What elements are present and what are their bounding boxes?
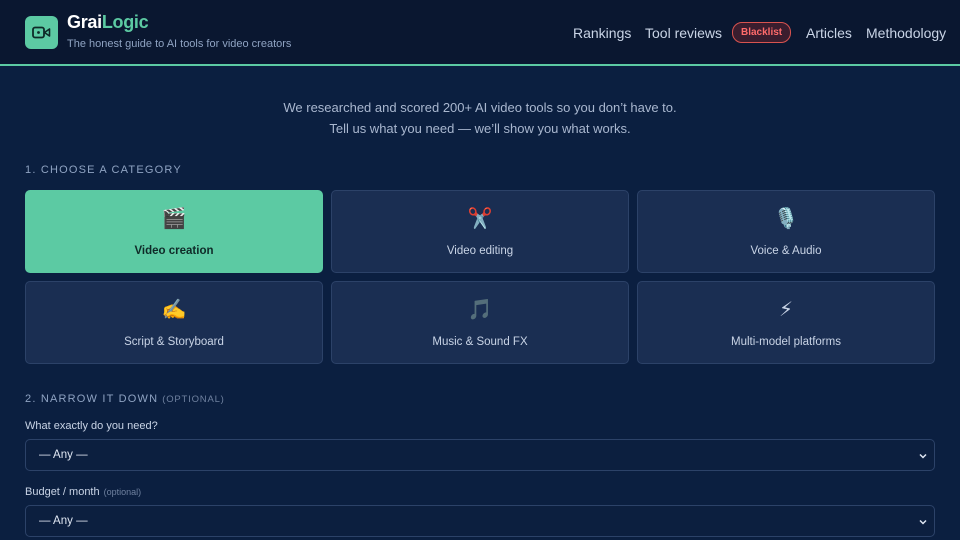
intro-line-2: Tell us what you need — we’ll show you w… [329,121,631,136]
brand-name-part2: Logic [101,12,149,32]
category-label: Video editing [446,245,514,257]
category-card-voice-audio[interactable]: 🎙️ Voice & Audio [637,190,935,273]
nav-methodology[interactable]: Methodology [866,25,946,41]
step1-title: 1. CHOOSE A CATEGORY [25,164,182,176]
category-label: Script & Storyboard [124,336,224,348]
music-note-icon: 🎵 [467,299,493,321]
brand-name-part1: Grai [67,12,102,32]
category-label: Voice & Audio [750,245,822,257]
need-select-value: — Any — [39,449,88,461]
category-card-video-creation[interactable]: 🎬 Video creation [25,190,323,273]
category-label: Video creation [134,245,214,257]
lightning-icon: ⚡ [778,299,794,321]
nav-rankings[interactable]: Rankings [573,25,631,41]
step2-title: 2. NARROW IT DOWN (OPTIONAL) [25,393,225,405]
chevron-down-icon [919,453,927,459]
intro-line-1: We researched and scored 200+ AI video t… [283,100,677,115]
brand-tagline: The honest guide to AI tools for video c… [67,38,292,50]
nav-tool-reviews[interactable]: Tool reviews [645,25,722,41]
nav-articles[interactable]: Articles [806,25,852,41]
budget-select-value: — Any — [39,515,88,527]
microphone-icon: 🎙️ [773,208,799,230]
category-card-music-sound-fx[interactable]: 🎵 Music & Sound FX [331,281,629,364]
brand-name[interactable]: GraiLogic [67,12,149,33]
need-select[interactable]: — Any — [25,439,935,471]
site-header: GraiLogic The honest guide to AI tools f… [0,0,960,66]
budget-label-text: Budget / month [25,486,100,498]
writing-hand-icon: ✍️ [161,299,187,321]
nav-blacklist-badge[interactable]: Blacklist [732,22,792,43]
logo[interactable] [25,16,58,49]
scissors-icon: ✂️ [467,208,493,230]
step2-optional-tag: (OPTIONAL) [162,394,225,405]
video-camera-icon [32,26,51,39]
category-label: Multi-model platforms [731,336,841,348]
category-card-script-storyboard[interactable]: ✍️ Script & Storyboard [25,281,323,364]
budget-select[interactable]: — Any — [25,505,935,537]
step2-title-text: 2. NARROW IT DOWN [25,393,159,405]
chevron-down-icon [919,519,927,525]
category-label: Music & Sound FX [432,336,528,348]
category-card-video-editing[interactable]: ✂️ Video editing [331,190,629,273]
clapperboard-icon: 🎬 [161,208,187,230]
category-card-multi-model[interactable]: ⚡ Multi-model platforms [637,281,935,364]
need-label: What exactly do you need? [25,420,158,432]
budget-optional-tag: (optional) [103,487,142,497]
budget-label: Budget / month (optional) [25,486,141,498]
